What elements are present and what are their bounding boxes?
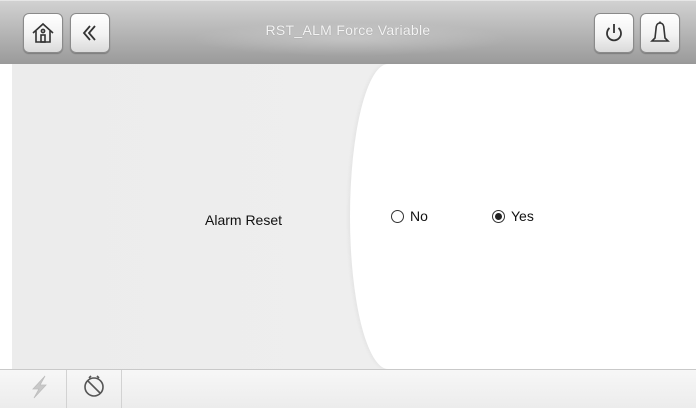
- bottom-bar: [0, 369, 696, 408]
- schedule-status-button[interactable]: [67, 370, 122, 408]
- back-icon: [78, 21, 102, 45]
- radio-unselected-icon: [391, 209, 404, 223]
- radio-option-no[interactable]: No: [391, 208, 428, 224]
- no-schedule-icon: [81, 374, 107, 405]
- alarm-bell-icon: [648, 20, 672, 46]
- radio-option-no-label: No: [410, 208, 428, 224]
- radio-option-yes-label: Yes: [511, 208, 534, 224]
- home-icon: [30, 20, 56, 46]
- lightning-status-button[interactable]: [12, 370, 67, 408]
- power-button[interactable]: [594, 13, 634, 53]
- lightning-icon: [27, 374, 51, 405]
- back-button[interactable]: [70, 13, 110, 53]
- power-icon: [602, 21, 626, 45]
- radio-option-yes[interactable]: Yes: [492, 208, 534, 224]
- home-button[interactable]: [23, 13, 63, 53]
- radio-selected-icon: [492, 209, 505, 223]
- alarm-reset-label: Alarm Reset: [205, 212, 283, 228]
- top-bar: RST_ALM Force Variable: [0, 0, 696, 64]
- alarm-button[interactable]: [640, 13, 680, 53]
- content-area: [12, 64, 696, 369]
